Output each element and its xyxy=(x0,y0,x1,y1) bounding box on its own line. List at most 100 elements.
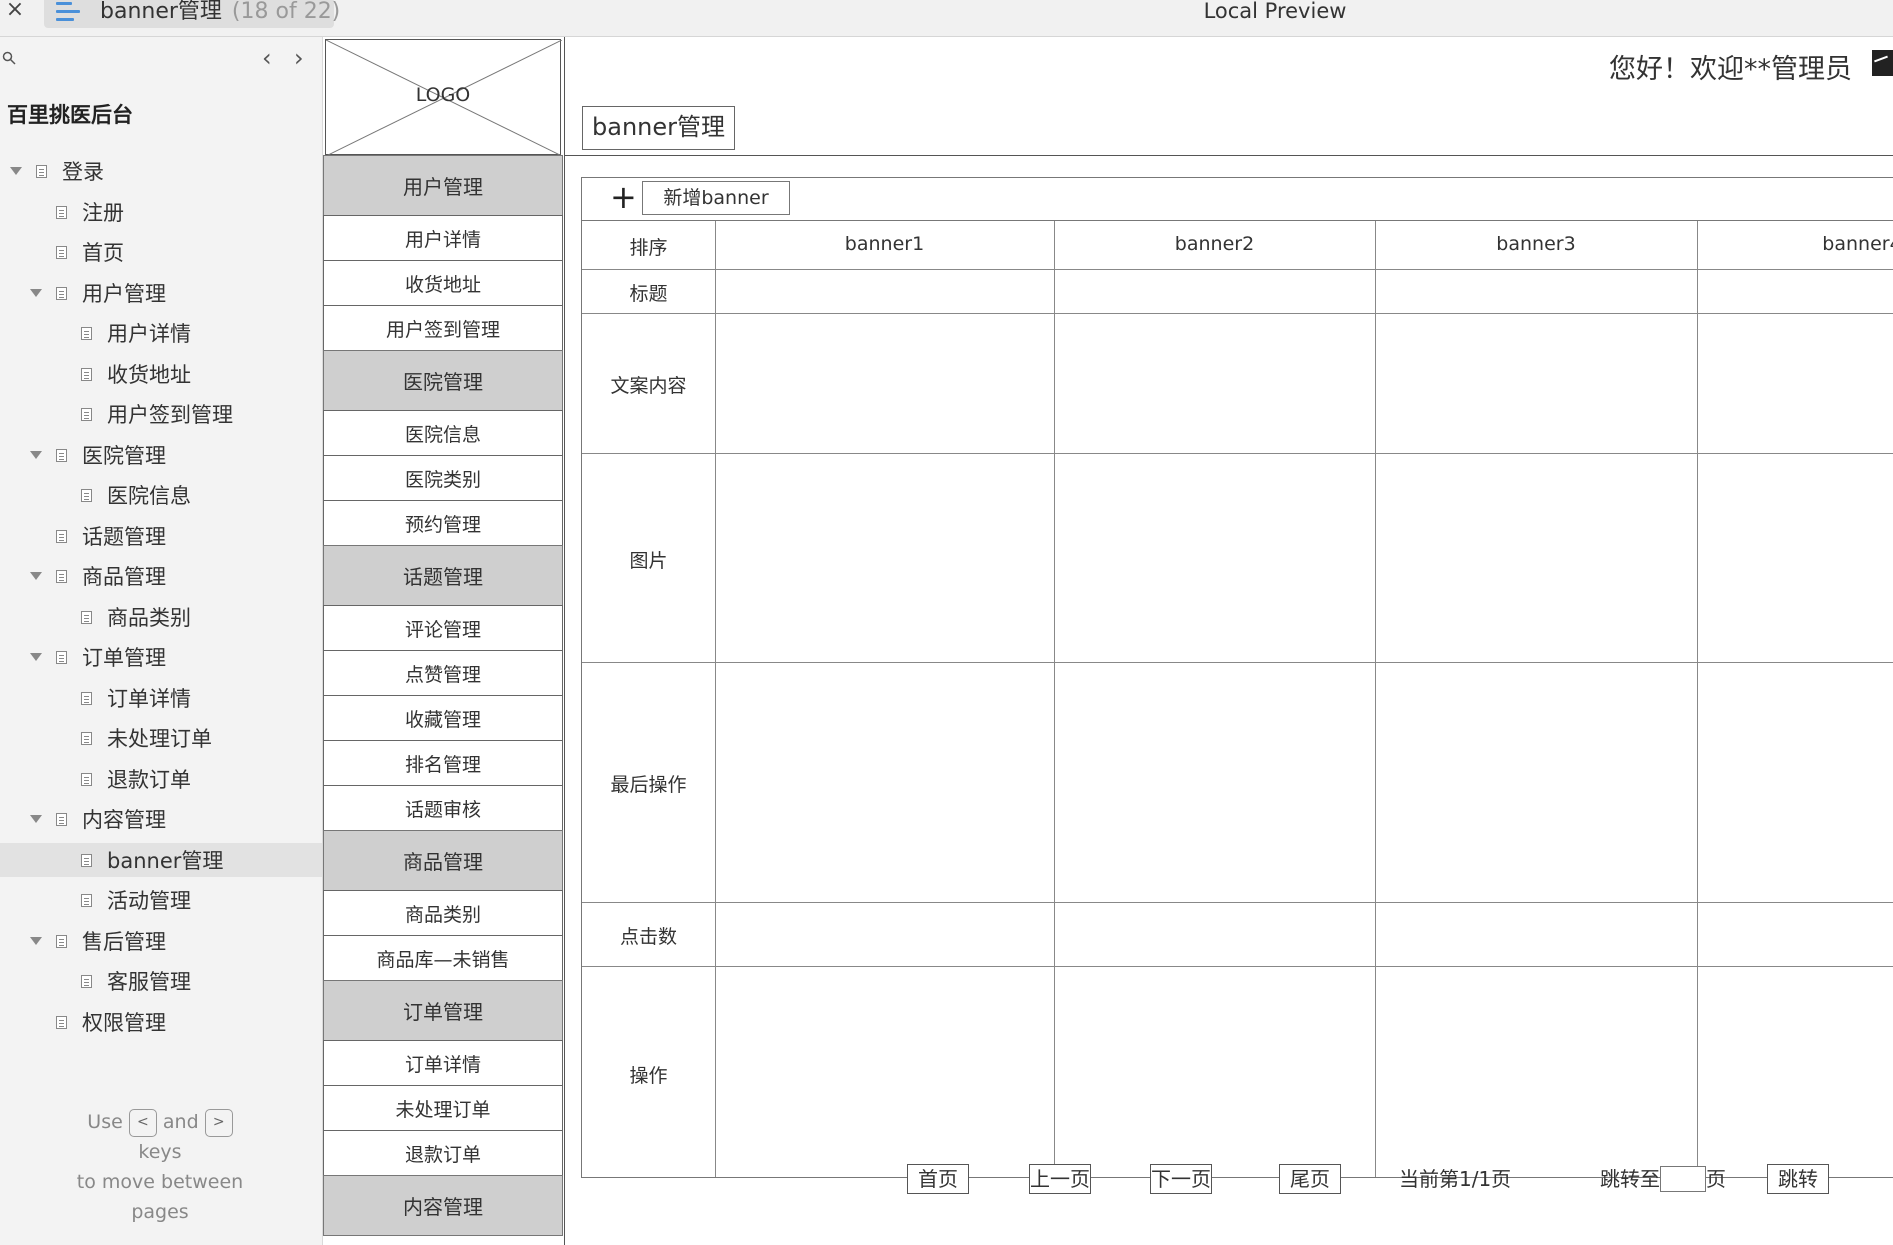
logout-icon[interactable] xyxy=(1872,50,1893,76)
window-title: Local Preview xyxy=(1203,0,1347,23)
next-page-button[interactable]: 下一页 xyxy=(1150,1164,1212,1194)
sitemap-item[interactable]: 话题管理 xyxy=(56,519,166,553)
plus-icon[interactable]: + xyxy=(610,178,637,216)
jump-suffix: 页 xyxy=(1706,1167,1726,1191)
sitemap-item[interactable]: 未处理订单 xyxy=(81,721,212,755)
first-page-button[interactable]: 首页 xyxy=(907,1164,969,1194)
nav-item[interactable]: 收藏管理 xyxy=(323,695,563,741)
table-row-divider xyxy=(582,269,1893,270)
nav-item[interactable]: 未处理订单 xyxy=(323,1085,563,1131)
sitemap-item[interactable]: 退款订单 xyxy=(81,762,191,796)
last-page-button[interactable]: 尾页 xyxy=(1279,1164,1341,1194)
sitemap-item[interactable]: 用户管理 xyxy=(30,276,166,310)
jump-page-input[interactable] xyxy=(1660,1165,1706,1192)
table-toolbar: + 新增banner xyxy=(581,177,1893,221)
sitemap-item[interactable]: 内容管理 xyxy=(30,802,166,836)
page-icon xyxy=(81,731,92,745)
page-icon xyxy=(81,772,92,786)
nav-group-header[interactable]: 话题管理 xyxy=(323,545,563,606)
top-bar: × banner管理 (18 of 22) Local Preview xyxy=(0,0,1893,37)
page-tab[interactable]: banner管理 (18 of 22) xyxy=(44,0,340,28)
table-column-divider xyxy=(1375,221,1376,1177)
expand-caret-icon[interactable] xyxy=(10,167,22,175)
help-and: and xyxy=(162,1111,199,1133)
sitemap-item-label: 收货地址 xyxy=(107,363,191,387)
page-icon xyxy=(81,974,92,988)
expand-caret-icon[interactable] xyxy=(30,815,42,823)
search-icon[interactable] xyxy=(2,51,16,65)
nav-item[interactable]: 医院信息 xyxy=(323,410,563,456)
nav-item[interactable]: 评论管理 xyxy=(323,605,563,651)
nav-item[interactable]: 预约管理 xyxy=(323,500,563,546)
jump-button[interactable]: 跳转 xyxy=(1767,1164,1829,1194)
jump-prefix: 跳转至 xyxy=(1600,1167,1660,1191)
sitemap-item[interactable]: 商品类别 xyxy=(81,600,191,634)
column-header: banner4 xyxy=(1822,233,1893,255)
sitemap-item[interactable]: 订单详情 xyxy=(81,681,191,715)
page-icon xyxy=(81,407,92,421)
expand-caret-icon[interactable] xyxy=(30,572,42,580)
sitemap-item[interactable]: 登录 xyxy=(10,154,104,188)
sitemap-item-label: 内容管理 xyxy=(82,808,166,832)
expand-caret-icon[interactable] xyxy=(30,937,42,945)
sitemap-item[interactable]: 医院信息 xyxy=(81,478,191,512)
sitemap-item[interactable]: 注册 xyxy=(56,195,124,229)
sitemap-item[interactable]: 收货地址 xyxy=(81,357,191,391)
sitemap-item[interactable]: 医院管理 xyxy=(30,438,166,472)
sitemap-item-label: 商品管理 xyxy=(82,565,166,589)
page-icon xyxy=(56,650,67,664)
sitemap-item[interactable]: 订单管理 xyxy=(30,640,166,674)
sitemap-item[interactable]: 客服管理 xyxy=(81,964,191,998)
page-icon xyxy=(81,367,92,381)
nav-item[interactable]: 医院类别 xyxy=(323,455,563,501)
nav-item[interactable]: 收货地址 xyxy=(323,260,563,306)
sitemap-item-label: 权限管理 xyxy=(82,1011,166,1035)
nav-item[interactable]: 排名管理 xyxy=(323,740,563,786)
nav-item[interactable]: 退款订单 xyxy=(323,1130,563,1176)
next-key-icon: > xyxy=(204,1108,233,1137)
expand-caret-icon[interactable] xyxy=(30,653,42,661)
prev-page-button[interactable]: 上一页 xyxy=(1029,1164,1091,1194)
nav-item[interactable]: 订单详情 xyxy=(323,1040,563,1086)
nav-item[interactable]: 用户详情 xyxy=(323,215,563,261)
nav-group-header[interactable]: 用户管理 xyxy=(323,155,563,216)
sitemap-item[interactable]: 商品管理 xyxy=(30,559,166,593)
nav-group-header[interactable]: 内容管理 xyxy=(323,1175,563,1236)
nav-group-header[interactable]: 商品管理 xyxy=(323,830,563,891)
table-row-divider xyxy=(582,313,1893,314)
nav-item[interactable]: 商品类别 xyxy=(323,890,563,936)
expand-caret-icon[interactable] xyxy=(30,451,42,459)
next-page-icon[interactable]: › xyxy=(294,46,304,70)
page-title: banner管理 xyxy=(582,106,735,150)
nav-item[interactable]: 话题审核 xyxy=(323,785,563,831)
sitemap-item-label: 医院信息 xyxy=(107,484,191,508)
tab-page-count: (18 of 22) xyxy=(231,0,341,24)
sitemap-item[interactable]: 首页 xyxy=(56,235,124,269)
nav-item[interactable]: 点赞管理 xyxy=(323,650,563,696)
sitemap-item[interactable]: 活动管理 xyxy=(81,883,191,917)
help-keys: keys xyxy=(138,1141,182,1163)
sitemap-item[interactable]: banner管理 xyxy=(0,843,322,877)
nav-group-header[interactable]: 医院管理 xyxy=(323,350,563,411)
page-icon xyxy=(81,610,92,624)
column-header: banner1 xyxy=(844,233,925,255)
expand-caret-icon[interactable] xyxy=(30,289,42,297)
close-icon[interactable]: × xyxy=(4,0,26,22)
table-column-divider xyxy=(1697,221,1698,1177)
sitemap-item-label: 订单详情 xyxy=(107,687,191,711)
sitemap-item[interactable]: 权限管理 xyxy=(56,1005,166,1039)
menu-icon[interactable] xyxy=(56,2,80,22)
row-header: 最后操作 xyxy=(610,774,687,796)
page-icon xyxy=(81,691,92,705)
nav-item[interactable]: 商品库—未销售 xyxy=(323,935,563,981)
logo-placeholder: LOGO xyxy=(325,39,562,156)
sitemap-item[interactable]: 用户签到管理 xyxy=(81,397,233,431)
nav-item[interactable]: 用户签到管理 xyxy=(323,305,563,351)
sitemap-item[interactable]: 用户详情 xyxy=(81,316,191,350)
sitemap-item[interactable]: 售后管理 xyxy=(30,924,166,958)
previous-page-icon[interactable]: ‹ xyxy=(262,46,272,70)
logo-text: LOGO xyxy=(415,84,471,106)
add-banner-button[interactable]: 新增banner xyxy=(642,181,790,215)
sitemap-item-label: 用户管理 xyxy=(82,282,166,306)
nav-group-header[interactable]: 订单管理 xyxy=(323,980,563,1041)
